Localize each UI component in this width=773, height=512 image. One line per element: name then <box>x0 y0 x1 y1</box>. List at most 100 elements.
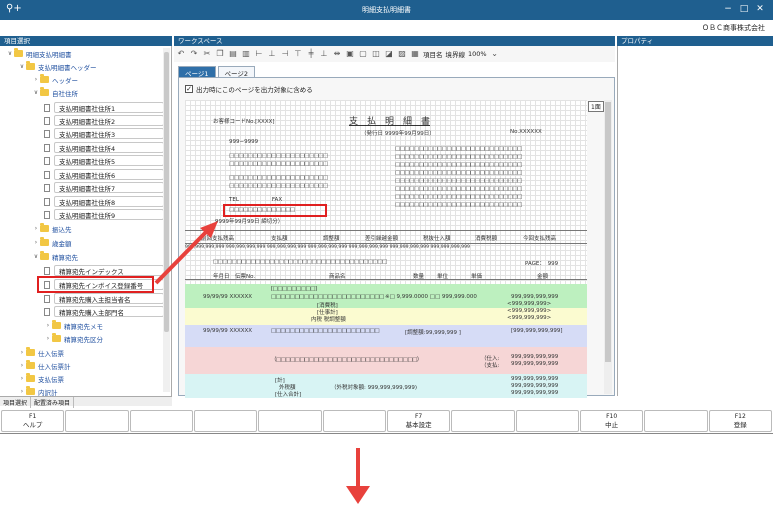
tree-leaf-address[interactable]: 支払明細書社住所5 <box>44 154 164 167</box>
tab-item-select[interactable]: 項目選択 <box>0 397 32 408</box>
tree-settle-memo[interactable]: › 精算宛先メモ <box>44 319 103 332</box>
tree-leaf-address[interactable]: 支払明細書社住所1 <box>44 101 164 114</box>
tree-own-address[interactable]: ∨ 自社住所 <box>32 86 78 99</box>
row-qty-field[interactable]: ※□ 9,999.0000 □□ 999,999.000 <box>385 294 477 300</box>
minimize-icon[interactable]: − <box>721 4 735 14</box>
f10-cancel-button[interactable]: F10 中止 <box>579 410 644 432</box>
zip-field[interactable]: 999−9999 <box>229 139 258 145</box>
chevron-right-icon[interactable]: › <box>18 362 26 369</box>
amount-field[interactable]: 999,999,999,999 <box>511 383 558 389</box>
company-address-field[interactable]: □□□□□□□□□□□□□□□□□□□□□□□□□□□ <box>395 194 522 200</box>
paren-amount[interactable]: <999,999,999> <box>507 308 551 314</box>
row-date-field[interactable]: 99/99/99 XXXXXX <box>203 328 252 334</box>
company-address-field[interactable]: □□□□□□□□□□□□□□□□□□□□□□□□□□□ <box>395 202 522 208</box>
tree-purchase[interactable]: › 仕入伝票 <box>18 346 64 359</box>
tree-leaf-settle-person[interactable]: 精算宛先購入主担当者名 <box>44 292 164 305</box>
f3-button[interactable] <box>129 410 193 432</box>
row-date-field[interactable]: 99/99/99 XXXXXX <box>203 294 252 300</box>
amount-field[interactable]: 999,999,999,999 <box>511 390 558 396</box>
customer-code-field[interactable]: お客様コードNo.[XXXX] <box>213 117 275 125</box>
company-address-field[interactable]: □□□□□□□□□□□□□□□□□□□□□□□□□□□ <box>395 154 522 160</box>
tree-leaf-address[interactable]: 支払明細書社住所8 <box>44 195 164 208</box>
company-address-field[interactable]: □□□□□□□□□□□□□□□□□□□□□□□□□□□ <box>395 186 522 192</box>
address-field[interactable]: □□□□□□□□□□□□□□□□□□□□□ <box>229 153 328 159</box>
item-name-toggle[interactable]: 項目名 <box>423 49 443 59</box>
tab-page-1[interactable]: ページ1 <box>178 66 216 78</box>
left-scrollbar[interactable] <box>163 48 170 392</box>
product-detail-field[interactable]: □□□□□□□□□□□□□□□□□□□□□□□ <box>271 328 380 334</box>
address-field[interactable]: □□□□□□□□□□□□□□□□□□□□□ <box>229 175 328 181</box>
product-detail-field[interactable]: □□□□□□□□□□□□□□□□□□□□□□□□ <box>271 294 384 300</box>
redo-icon[interactable]: ↷ <box>189 49 199 59</box>
product-name-field[interactable]: [□□□□□□□□□] <box>271 286 317 292</box>
tab-placed-items[interactable]: 配置済み項目 <box>31 397 75 408</box>
delete-icon[interactable]: ▥ <box>241 49 251 59</box>
tel-fax-field[interactable]: TEL FAX <box>229 195 282 203</box>
tree-leaf-address[interactable]: 支払明細書社住所9 <box>44 208 164 221</box>
f7-settings-button[interactable]: F7 基本設定 <box>386 410 451 432</box>
adjust-note-field[interactable]: [調整額:99,999,999 ] <box>405 328 461 336</box>
tree-header-group[interactable]: ∨ 支払明細書ヘッダー <box>18 60 97 73</box>
tree-settle-cls[interactable]: › 精算宛先区分 <box>44 332 103 345</box>
report-no-field[interactable]: No.XXXXXX <box>510 129 542 135</box>
f4-button[interactable] <box>193 410 258 432</box>
include-page-checkbox-row[interactable]: ✓ 出力時にこのページを出力対象に含める <box>185 84 313 94</box>
boundary-toggle[interactable]: 境界線 <box>446 49 466 59</box>
send-back-icon[interactable]: ▢ <box>358 49 368 59</box>
company-address-field[interactable]: □□□□□□□□□□□□□□□□□□□□□□□□□□□ <box>395 178 522 184</box>
f5-button[interactable] <box>258 410 322 432</box>
align-top-icon[interactable]: ⊤ <box>293 49 303 59</box>
tree-amount[interactable]: › 歳金額 <box>32 236 72 249</box>
scroll-thumb[interactable] <box>164 52 169 332</box>
company-address-field[interactable]: □□□□□□□□□□□□□□□□□□□□□□□□□□□ <box>395 170 522 176</box>
report-title-field[interactable]: 支 払 明 細 書 <box>349 114 430 127</box>
amount-field[interactable]: 999,999,999,999 <box>511 361 558 367</box>
summary-values[interactable]: 999,999,999,999 999,999,999,999 999,999,… <box>185 245 470 250</box>
f1-help-button[interactable]: F1 ヘルプ <box>1 410 65 432</box>
chevron-down-icon[interactable]: ∨ <box>32 253 40 260</box>
f11-button[interactable] <box>644 410 708 432</box>
tree-leaf-address[interactable]: 支払明細書社住所3 <box>44 127 164 140</box>
chevron-right-icon[interactable]: › <box>32 225 40 232</box>
chevron-right-icon[interactable]: › <box>18 388 26 395</box>
address-line-field[interactable]: □□□□□□□□□□□□□□□□□□□□□□□□□□□□□□□□□□□□□ <box>213 259 387 265</box>
f8-button[interactable] <box>451 410 515 432</box>
tree-transfer[interactable]: › 振込先 <box>32 222 72 235</box>
align-left-icon[interactable]: ⊢ <box>254 49 264 59</box>
chevron-right-icon[interactable]: › <box>32 76 40 83</box>
remark-field[interactable]: （□□□□□□□□□□□□□□□□□□□□□□□□□□□□□□） <box>271 355 422 363</box>
issue-date-field[interactable]: （発行日 9999年99月99日） <box>361 129 435 137</box>
report-canvas[interactable]: お客様コードNo.[XXXX] 支 払 明 細 書 （発行日 9999年99月9… <box>185 100 587 398</box>
grid-icon[interactable]: ▦ <box>410 49 420 59</box>
f12-register-button[interactable]: F12 登録 <box>708 410 772 432</box>
spacing-icon[interactable]: ⇹ <box>332 49 342 59</box>
paren-amount[interactable]: <999,999,999> <box>507 315 551 321</box>
maximize-icon[interactable]: □ <box>737 4 751 14</box>
chevron-down-icon[interactable]: ∨ <box>6 50 14 57</box>
tab-page-2[interactable]: ページ2 <box>217 66 256 78</box>
chevron-right-icon[interactable]: › <box>44 322 52 329</box>
tree-leaf-address[interactable]: 支払明細書社住所7 <box>44 181 164 194</box>
f6-button[interactable] <box>322 410 386 432</box>
address-field[interactable]: □□□□□□□□□□□□□□□□□□□□□ <box>229 161 328 167</box>
tree-settle[interactable]: ∨ 精算宛先 <box>32 250 78 263</box>
chevron-right-icon[interactable]: › <box>18 375 26 382</box>
row-amount-field[interactable]: 999,999,999,999 <box>511 294 558 300</box>
tax-target-field[interactable]: （外税対象額: 999,999,999,999) <box>331 383 417 391</box>
company-address-field[interactable]: □□□□□□□□□□□□□□□□□□□□□□□□□□□ <box>395 146 522 152</box>
company-address-field[interactable]: □□□□□□□□□□□□□□□□□□□□□□□□□□□ <box>395 162 522 168</box>
bring-front-icon[interactable]: ▣ <box>345 49 355 59</box>
page-field[interactable]: PAGE： 999 <box>525 259 558 267</box>
tree-leaf-address[interactable]: 支払明細書社住所6 <box>44 168 164 181</box>
chevron-right-icon[interactable]: › <box>18 349 26 356</box>
tree-inner-total[interactable]: › 内訳計 <box>18 385 58 396</box>
tree-root[interactable]: ∨ 明細支払明細書 <box>6 47 72 60</box>
tree-leaf-settle-dept[interactable]: 精算宛先購入主部門名 <box>44 305 164 318</box>
cut-icon[interactable]: ✂ <box>202 49 212 59</box>
align-right-icon[interactable]: ⊣ <box>280 49 290 59</box>
tree-leaf-address[interactable]: 支払明細書社住所4 <box>44 141 164 154</box>
paren-amount[interactable]: <999,999,999> <box>507 301 551 307</box>
workspace-scrollbar[interactable] <box>604 100 612 394</box>
closing-period-field[interactable]: 9999年99月99日 締切分） <box>215 217 283 225</box>
group-icon[interactable]: ◫ <box>371 49 381 59</box>
